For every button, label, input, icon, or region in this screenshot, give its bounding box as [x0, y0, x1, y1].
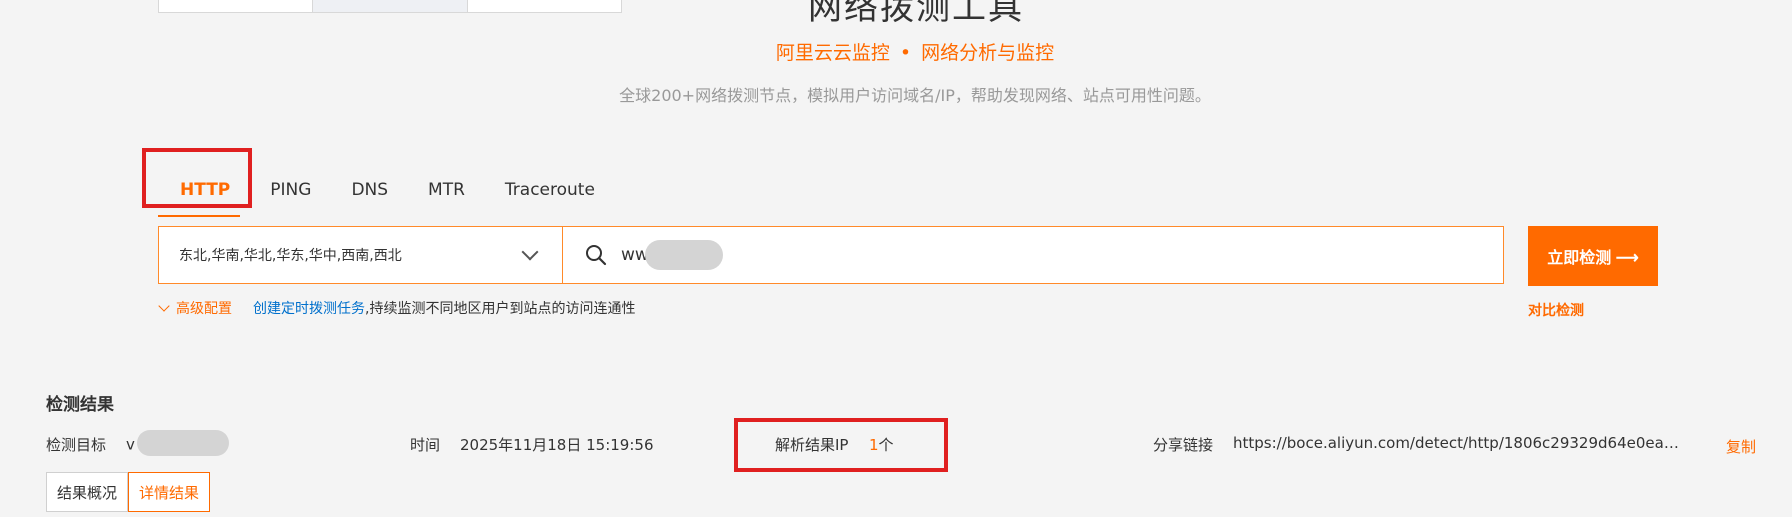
tab-ping[interactable]: PING — [270, 180, 311, 200]
compare-detect-link[interactable]: 对比检测 — [1528, 300, 1584, 320]
top-segment-1 — [159, 0, 314, 12]
top-segment-2 — [313, 0, 468, 12]
active-tab-underline — [158, 215, 240, 217]
tab-result-overview[interactable]: 结果概况 — [46, 472, 129, 512]
chevron-down-icon — [521, 243, 539, 261]
tab-result-details[interactable]: 详情结果 — [128, 472, 211, 512]
copy-button[interactable]: 复制 — [1726, 436, 1756, 457]
subtitle: 阿里云云监控 • 网络分析与监控 — [0, 38, 1792, 65]
results-title: 检测结果 — [46, 395, 114, 415]
target-label: 检测目标 — [46, 436, 107, 454]
redacted-blur — [644, 240, 723, 270]
advanced-config-toggle[interactable]: 高级配置 — [158, 298, 232, 318]
detect-now-button[interactable]: 立即检测 ⟶ — [1528, 226, 1658, 286]
create-task-hint: 创建定时拨测任务,持续监测不同地区用户到站点的访问连通性 — [253, 298, 635, 318]
top-segment-3 — [468, 0, 621, 12]
region-select-value: 东北,华南,华北,华东,华中,西南,西北 — [179, 248, 402, 264]
tab-mtr[interactable]: MTR — [428, 180, 465, 200]
share-link-url: https://boce.aliyun.com/detect/http/1806… — [1233, 434, 1683, 452]
target-value: v — [126, 430, 229, 456]
page-title: 网络拨测工具 — [808, 0, 1024, 28]
highlight-box-http-tab — [142, 148, 252, 208]
time-label: 时间 — [410, 436, 441, 454]
share-link-label: 分享链接 — [1153, 436, 1214, 454]
search-icon — [586, 245, 607, 266]
redacted-blur — [136, 430, 229, 456]
subtitle-category: 网络分析与监控 — [921, 42, 1055, 64]
subtitle-separator: • — [899, 42, 912, 64]
subtitle-product: 阿里云云监控 — [775, 42, 890, 64]
create-task-suffix: ,持续监测不同地区用户到站点的访问连通性 — [365, 301, 636, 317]
highlight-box-resolved-ip — [734, 418, 948, 472]
region-select[interactable]: 东北,华南,华北,华东,华中,西南,西北 — [158, 226, 562, 284]
create-task-link[interactable]: 创建定时拨测任务 — [253, 301, 365, 317]
result-view-toggle: 结果概况 详情结果 — [46, 472, 211, 512]
target-input-value: ww — [621, 240, 723, 270]
page-description: 全球200+网络拨测节点，模拟用户访问域名/IP，帮助发现网络、站点可用性问题。 — [619, 86, 1211, 105]
chevron-down-icon — [158, 300, 170, 312]
target-input[interactable]: ww — [562, 226, 1504, 284]
time-value: 2025年11月18日 15:19:56 — [460, 436, 654, 454]
advanced-config-label: 高级配置 — [176, 301, 232, 317]
top-segment-remnant — [158, 0, 622, 13]
tab-traceroute[interactable]: Traceroute — [505, 180, 595, 200]
tab-dns[interactable]: DNS — [351, 180, 388, 200]
